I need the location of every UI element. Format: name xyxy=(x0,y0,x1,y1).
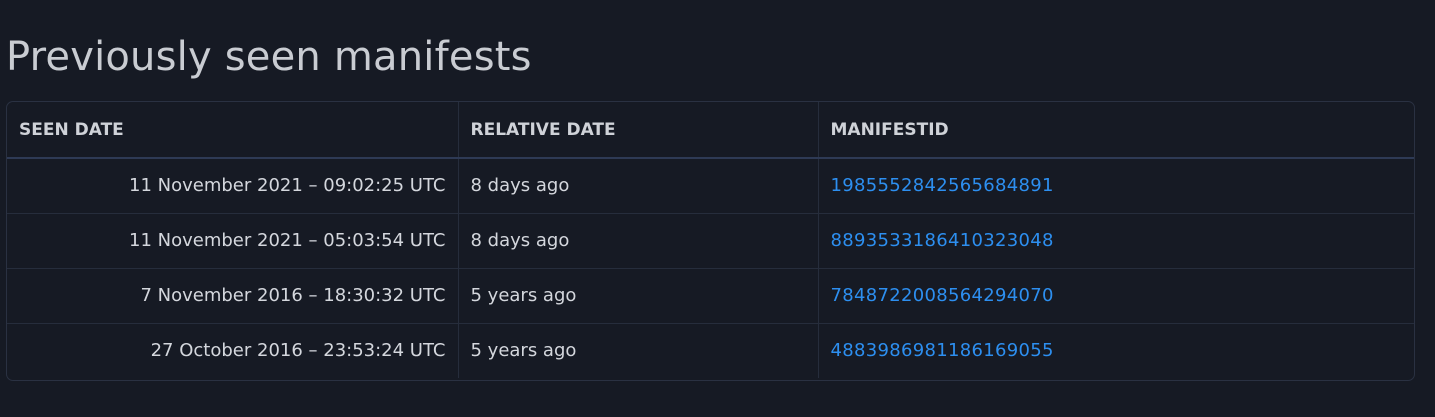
column-header-relative-date[interactable]: RELATIVE DATE xyxy=(457,102,818,159)
table-row: 7 November 2016 – 18:30:32 UTC 5 years a… xyxy=(7,267,1414,323)
manifests-table: SEEN DATE RELATIVE DATE MANIFESTID 11 No… xyxy=(6,101,1415,381)
relative-date-cell: 8 days ago xyxy=(457,158,818,213)
manifest-id-link[interactable]: 4883986981186169055 xyxy=(831,340,1054,361)
column-header-manifestid[interactable]: MANIFESTID xyxy=(817,102,1414,159)
relative-date-cell: 5 years ago xyxy=(457,322,818,378)
seen-date-cell: 27 October 2016 – 23:53:24 UTC xyxy=(7,322,458,378)
seen-date-cell: 11 November 2021 – 09:02:25 UTC xyxy=(129,175,446,197)
manifest-id-cell: 1985552842565684891 xyxy=(817,158,1414,213)
column-header-seen-date[interactable]: SEEN DATE xyxy=(7,102,458,159)
page-title: Previously seen manifests xyxy=(6,34,532,80)
table-row: 11 November 2021 – 05:03:54 UTC 8 days a… xyxy=(7,212,1414,268)
seen-date-cell: 7 November 2016 – 18:30:32 UTC xyxy=(7,267,458,323)
manifest-id-cell: 7848722008564294070 xyxy=(817,267,1414,323)
relative-date-cell: 5 years ago xyxy=(457,267,818,323)
manifest-id-link[interactable]: 1985552842565684891 xyxy=(831,175,1054,196)
seen-date-cell: 11 November 2021 – 05:03:54 UTC xyxy=(7,212,458,268)
table-row: 11 November 2021 – 09:02:25 UTC 8 days a… xyxy=(7,158,1414,213)
manifest-id-link[interactable]: 7848722008564294070 xyxy=(831,285,1054,306)
relative-date-cell: 8 days ago xyxy=(457,212,818,268)
manifest-id-link[interactable]: 8893533186410323048 xyxy=(831,230,1054,251)
manifest-id-cell: 8893533186410323048 xyxy=(817,212,1414,268)
manifest-id-cell: 4883986981186169055 xyxy=(817,322,1414,378)
table-row: 27 October 2016 – 23:53:24 UTC 5 years a… xyxy=(7,322,1414,378)
table-header-row: SEEN DATE RELATIVE DATE MANIFESTID xyxy=(7,102,1414,159)
